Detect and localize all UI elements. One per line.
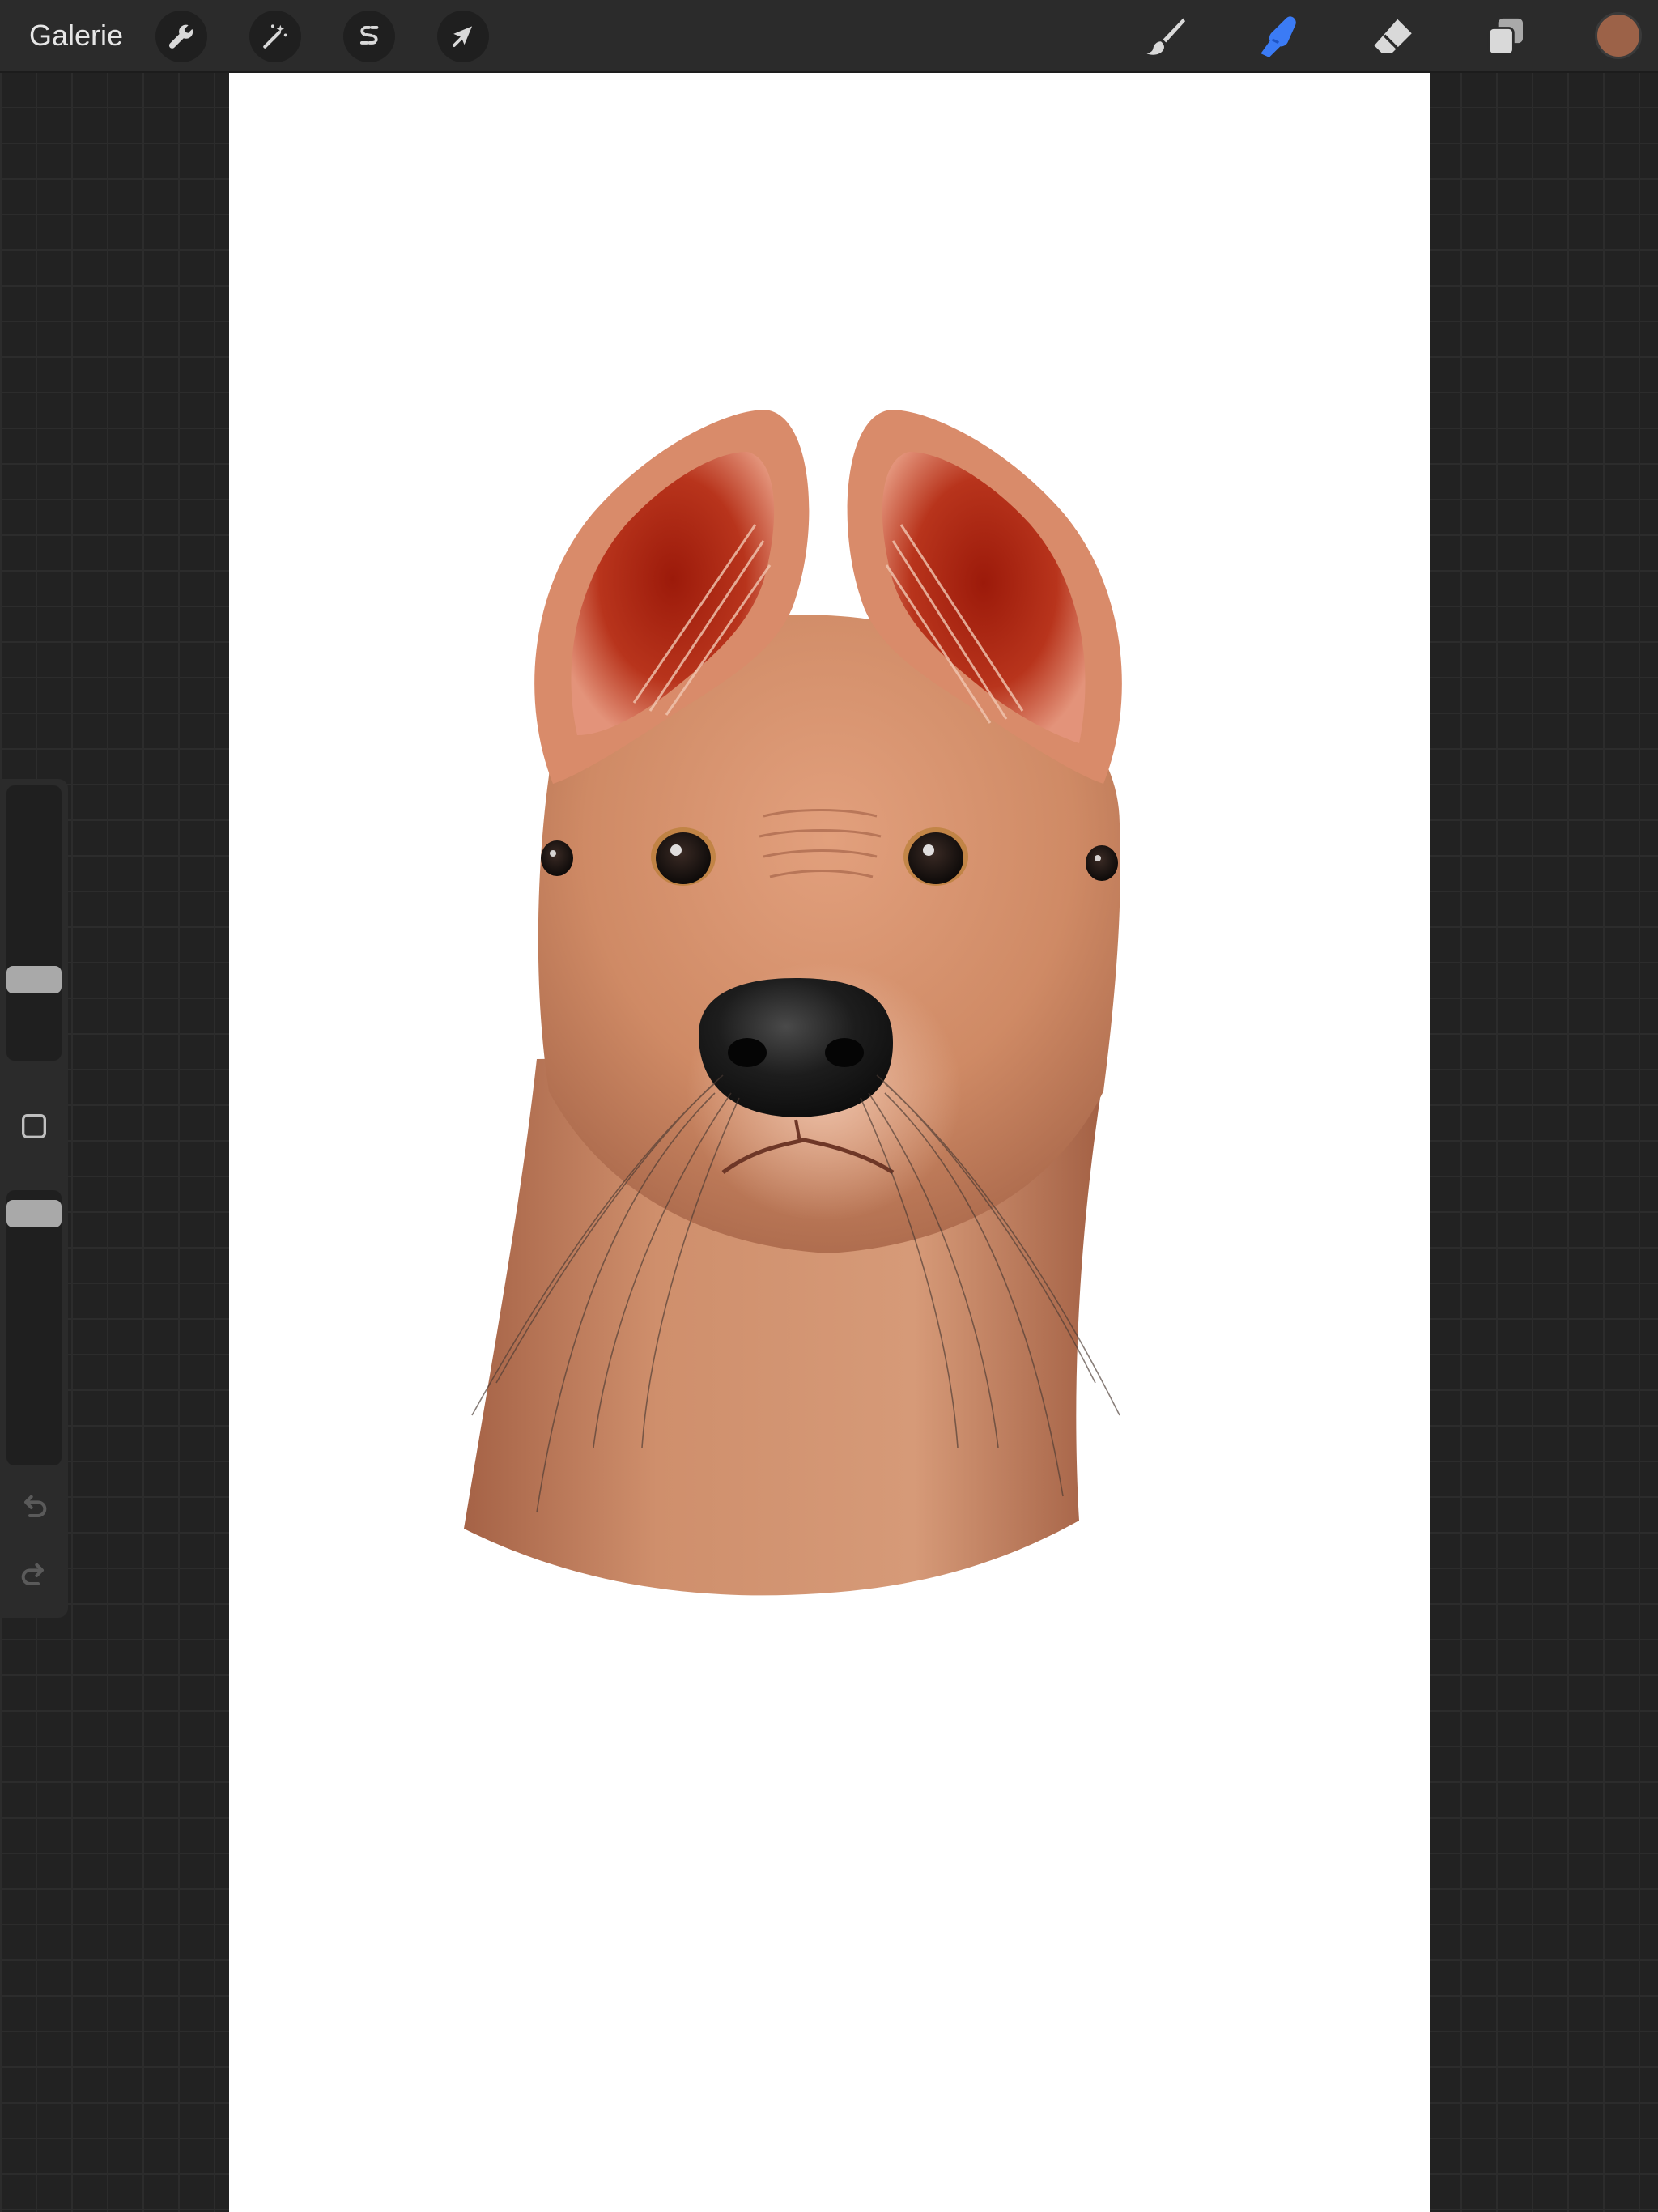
left-nostril: [728, 1038, 767, 1067]
selection-button[interactable]: [343, 11, 395, 62]
opacity-thumb[interactable]: [6, 1200, 62, 1227]
gallery-button[interactable]: Galerie: [29, 15, 123, 57]
adjustments-button[interactable]: [249, 11, 301, 62]
transform-button[interactable]: [437, 11, 489, 62]
eraser-tool-button[interactable]: [1366, 10, 1419, 63]
modifier-button[interactable]: [18, 1110, 50, 1142]
actions-button[interactable]: [155, 11, 207, 62]
smudge-tool-button[interactable]: [1251, 10, 1304, 63]
eraser-icon: [1374, 19, 1412, 53]
layers-icon: [1487, 18, 1523, 56]
brush-size-thumb[interactable]: [6, 966, 62, 993]
arrow-cursor-icon: [453, 26, 473, 47]
wrench-icon: [168, 24, 193, 49]
nose: [699, 978, 893, 1117]
right-nostril: [825, 1038, 864, 1067]
drawing-canvas[interactable]: [229, 71, 1430, 2212]
dog-head-illustration: [464, 410, 1122, 1596]
layers-button[interactable]: [1479, 10, 1533, 63]
color-picker-swatch[interactable]: [1595, 12, 1642, 59]
opacity-slider[interactable]: [6, 1190, 62, 1465]
brush-tool-button[interactable]: [1138, 10, 1192, 63]
left-sidebar: [0, 779, 68, 1618]
undo-arrow-icon: [24, 1495, 47, 1517]
brush-icon: [1146, 18, 1185, 55]
selection-s-icon: [359, 26, 379, 45]
redo-button[interactable]: [16, 1558, 52, 1593]
magic-wand-icon: [263, 24, 287, 49]
smudge-finger-icon: [1261, 16, 1296, 57]
brush-size-slider[interactable]: [6, 785, 62, 1061]
redo-arrow-icon: [21, 1563, 44, 1585]
top-toolbar: Galerie: [0, 0, 1658, 73]
square-modifier-icon: [22, 1114, 46, 1138]
undo-button[interactable]: [16, 1490, 52, 1525]
